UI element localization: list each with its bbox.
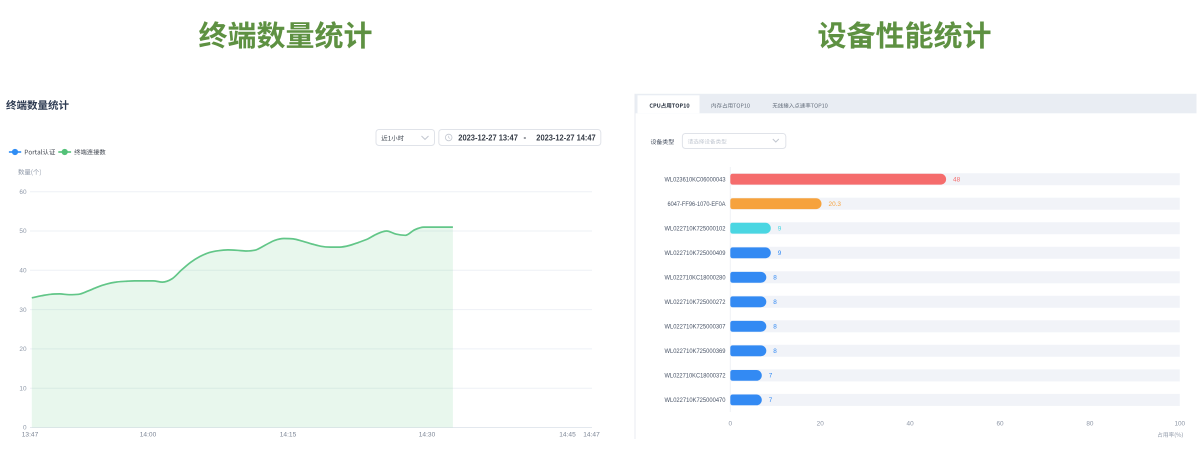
svg-text:8: 8	[773, 348, 777, 355]
svg-text:14:47: 14:47	[583, 432, 600, 439]
svg-text:WL022710K725000102: WL022710K725000102	[665, 226, 726, 233]
svg-text:10: 10	[19, 385, 27, 392]
svg-text:-: -	[524, 133, 527, 142]
svg-text:WL022710K725000470: WL022710K725000470	[665, 397, 726, 404]
svg-text:9: 9	[778, 250, 782, 257]
svg-text:7: 7	[769, 397, 773, 404]
svg-text:14:30: 14:30	[419, 432, 436, 439]
svg-text:20: 20	[19, 346, 27, 353]
svg-text:50: 50	[19, 228, 27, 235]
svg-text:WL022710KC18000372: WL022710KC18000372	[665, 373, 726, 380]
svg-text:2023-12-27 13:47: 2023-12-27 13:47	[458, 133, 518, 142]
svg-text:2023-12-27 14:47: 2023-12-27 14:47	[536, 133, 596, 142]
svg-text:WL022710K725000409: WL022710K725000409	[665, 250, 726, 257]
svg-text:9: 9	[778, 225, 782, 232]
svg-text:WL022710K725000272: WL022710K725000272	[665, 299, 726, 306]
svg-text:60: 60	[996, 420, 1004, 427]
svg-text:48: 48	[953, 176, 961, 183]
svg-text:8: 8	[773, 274, 777, 281]
svg-text:WL022710K725000369: WL022710K725000369	[665, 348, 726, 355]
svg-text:40: 40	[907, 420, 915, 427]
svg-text:30: 30	[19, 307, 27, 314]
svg-text:13:47: 13:47	[22, 432, 39, 439]
svg-text:WL022710K725000307: WL022710K725000307	[665, 324, 726, 331]
svg-text:8: 8	[773, 324, 777, 331]
svg-text:14:45: 14:45	[559, 432, 576, 439]
svg-text:60: 60	[19, 189, 27, 196]
svg-text:20.3: 20.3	[829, 201, 842, 208]
svg-text:80: 80	[1086, 420, 1094, 427]
svg-text:6047-FF96-1070-EF0A: 6047-FF96-1070-EF0A	[668, 201, 727, 208]
svg-text:8: 8	[773, 299, 777, 306]
svg-text:WL022710KC18000280: WL022710KC18000280	[665, 275, 726, 282]
svg-text:WL023610KC06000043: WL023610KC06000043	[665, 177, 726, 184]
svg-text:100: 100	[1174, 420, 1185, 427]
svg-text:40: 40	[19, 268, 27, 275]
svg-text:14:00: 14:00	[140, 432, 157, 439]
svg-text:7: 7	[769, 373, 773, 380]
svg-text:14:15: 14:15	[280, 432, 297, 439]
svg-text:20: 20	[817, 420, 825, 427]
svg-text:0: 0	[729, 420, 733, 427]
